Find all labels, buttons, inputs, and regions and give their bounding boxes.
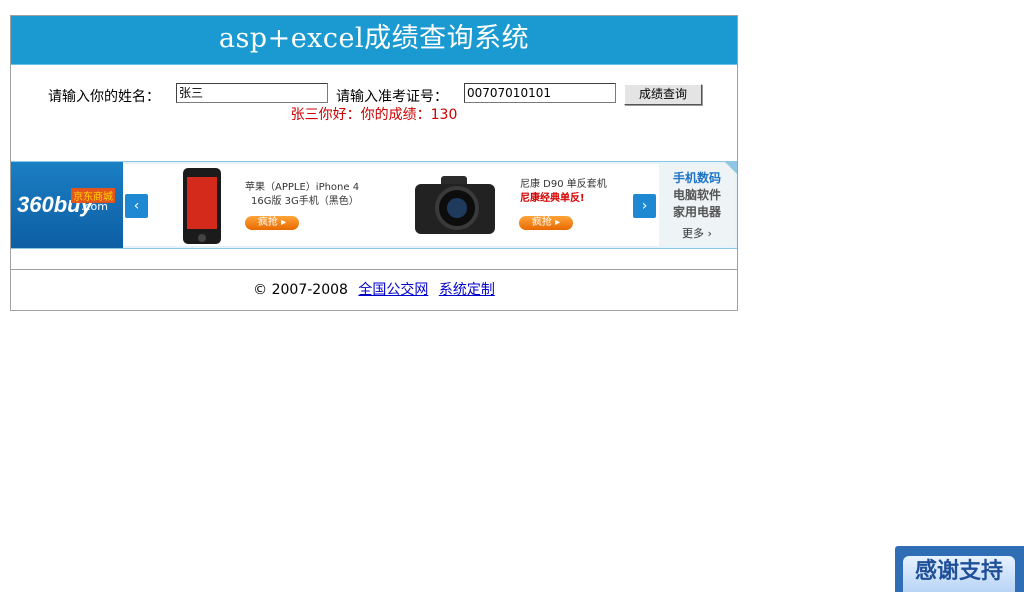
ad-banner[interactable]: 360buy 京东商城 .com ‹ 苹果（APPLE）iPhone 4 16G… (11, 161, 737, 249)
query-form: 请输入你的姓名： 张三 请输入准考证号： 00707010101 成绩查询 (11, 83, 737, 105)
thanks-label: 感谢支持 (903, 556, 1015, 592)
thanks-support-button[interactable]: 感谢支持 (895, 546, 1024, 592)
more-link[interactable]: 更多 › (659, 225, 735, 242)
result-message: 张三你好：你的成绩：130 (290, 107, 458, 123)
category-appliances[interactable]: 家用电器 (659, 204, 735, 221)
ad-logo[interactable]: 360buy 京东商城 .com (11, 162, 123, 248)
ad-carousel: ‹ 苹果（APPLE）iPhone 4 16G版 3G手机（黑色） 疯抢 ▸ 尼… (123, 164, 659, 246)
product2-title[interactable]: 尼康 D90 单反套机 (520, 178, 607, 192)
page-title: asp+excel成绩查询系统 (11, 16, 737, 65)
exam-id-input[interactable]: 00707010101 (464, 83, 616, 103)
product2-subtitle[interactable]: 尼康经典单反! (520, 192, 585, 206)
name-label: 请输入你的姓名： (48, 89, 160, 105)
logo-com: .com (81, 200, 108, 213)
exam-id-label: 请输入准考证号： (336, 89, 448, 105)
carousel-prev-icon[interactable]: ‹ (125, 194, 148, 218)
copyright-text: © 2007-2008 (253, 282, 348, 298)
iphone-image[interactable] (183, 168, 221, 244)
footer: © 2007-2008 全国公交网 系统定制 (11, 269, 737, 311)
ad-categories: 手机数码 电脑软件 家用电器 更多 › (659, 164, 735, 246)
product1-subtitle[interactable]: 16G版 3G手机（黑色） (251, 195, 359, 209)
product1-title[interactable]: 苹果（APPLE）iPhone 4 (245, 181, 359, 195)
product2-buy-button[interactable]: 疯抢 ▸ (519, 216, 573, 230)
query-button[interactable]: 成绩查询 (624, 84, 702, 105)
category-computers[interactable]: 电脑软件 (659, 187, 735, 204)
category-phones[interactable]: 手机数码 (659, 170, 735, 187)
name-input[interactable]: 张三 (176, 83, 328, 103)
footer-link-custom[interactable]: 系统定制 (439, 282, 495, 298)
ad-choice-icon[interactable] (725, 162, 737, 174)
product1-buy-button[interactable]: 疯抢 ▸ (245, 216, 299, 230)
main-frame: asp+excel成绩查询系统 请输入你的姓名： 张三 请输入准考证号： 007… (10, 15, 738, 311)
footer-link-bus[interactable]: 全国公交网 (358, 282, 428, 298)
camera-image[interactable] (415, 172, 495, 238)
carousel-next-icon[interactable]: › (633, 194, 656, 218)
